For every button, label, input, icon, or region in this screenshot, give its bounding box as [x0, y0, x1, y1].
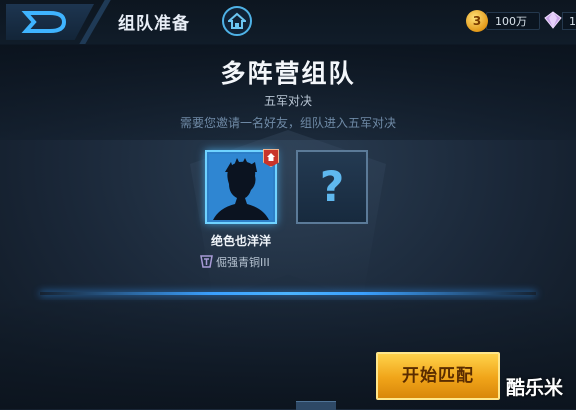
- diamond-icon: [544, 11, 562, 29]
- watermark-text: 酷乐米: [506, 377, 564, 399]
- home-icon: [228, 12, 246, 29]
- bronze-rank-icon: [200, 255, 213, 268]
- invite-hint: 需要您邀请一名好友，组队进入五军对决: [179, 116, 396, 130]
- back-arrow-icon: [21, 11, 67, 33]
- rank-label: 倔强青铜III: [216, 256, 270, 269]
- home-button[interactable]: [222, 6, 252, 36]
- divider-glow: [40, 292, 536, 295]
- gold-coin-icon: 3: [466, 10, 488, 32]
- diamond-amount: 1: [562, 12, 576, 30]
- player-slot-host[interactable]: [205, 149, 279, 224]
- mode-subtitle: 五军对决: [263, 94, 312, 108]
- question-mark-icon: ?: [319, 162, 345, 211]
- back-button[interactable]: [6, 4, 94, 40]
- player-avatar-icon: [209, 154, 273, 220]
- invite-slot[interactable]: ?: [296, 150, 368, 224]
- page-title: 组队准备: [118, 14, 190, 34]
- top-bar: 组队准备 100万 3 1: [0, 0, 576, 45]
- mode-title: 多阵营组队: [220, 59, 356, 88]
- player-name: 绝色也洋洋: [210, 234, 271, 248]
- gold-amount: 100万: [486, 12, 540, 30]
- house-icon: [267, 153, 275, 161]
- start-match-button[interactable]: 开始匹配: [376, 352, 500, 400]
